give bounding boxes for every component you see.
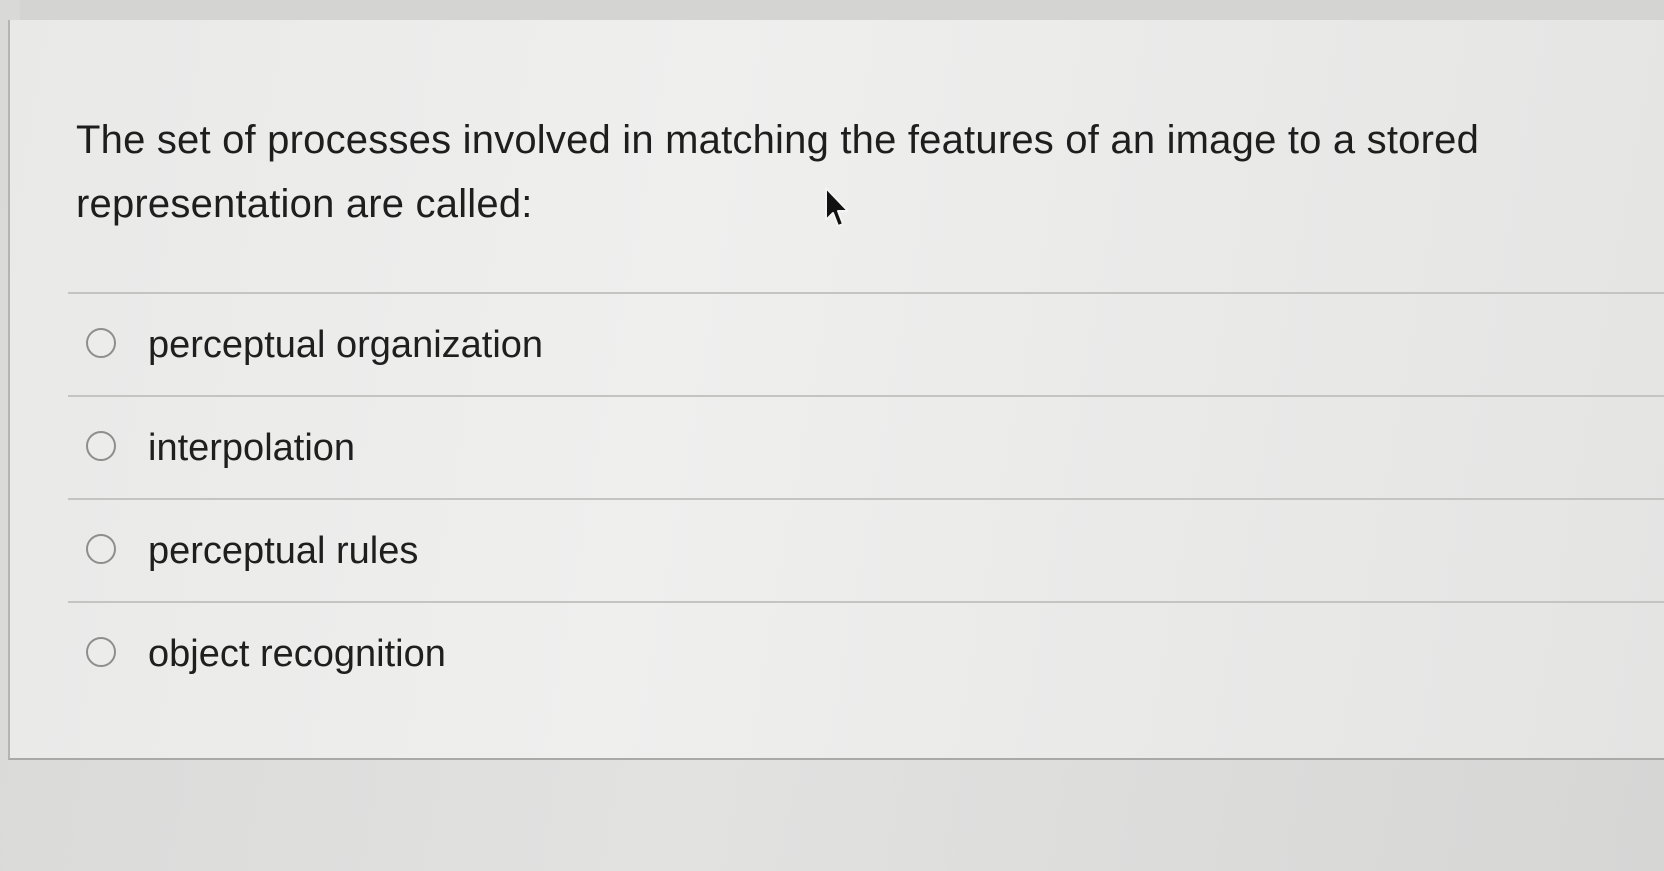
choice-option-3[interactable]: perceptual rules (68, 498, 1664, 601)
choice-label[interactable]: object recognition (148, 631, 446, 677)
choice-option-4[interactable]: object recognition (68, 601, 1664, 704)
choice-label[interactable]: perceptual rules (148, 528, 418, 574)
radio-unselected-icon[interactable] (86, 431, 116, 461)
question-card: The set of processes involved in matchin… (8, 20, 1664, 760)
radio-unselected-icon[interactable] (86, 328, 116, 358)
choice-option-2[interactable]: interpolation (68, 395, 1664, 498)
choice-option-1[interactable]: perceptual organization (68, 292, 1664, 395)
radio-unselected-icon[interactable] (86, 534, 116, 564)
answer-choices: perceptual organization interpolation pe… (68, 292, 1664, 704)
top-strip (20, 0, 1664, 22)
choice-label[interactable]: interpolation (148, 425, 355, 471)
question-text: The set of processes involved in matchin… (76, 118, 1480, 226)
mouse-pointer-icon (825, 187, 849, 227)
radio-unselected-icon[interactable] (86, 637, 116, 667)
choice-label[interactable]: perceptual organization (148, 322, 543, 368)
